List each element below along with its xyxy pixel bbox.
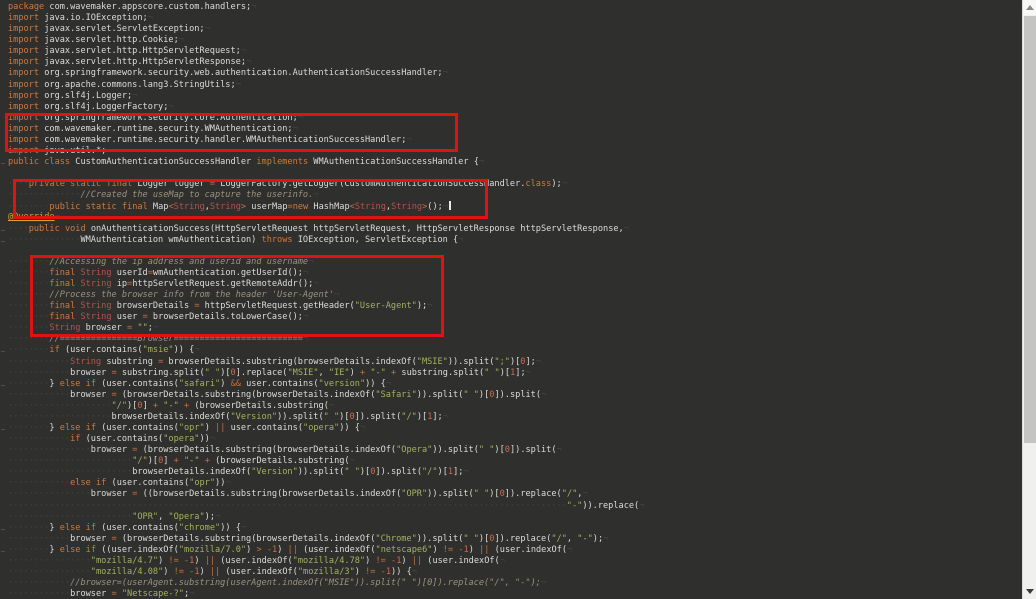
code-line[interactable]: ····················browserDetails.index… xyxy=(8,412,1020,423)
scroll-down-arrow-icon xyxy=(1026,589,1034,594)
code-line[interactable]: ········if (user.contains("msie")) {¬ xyxy=(8,345,1020,356)
fold-marker-icon[interactable]: ‒ xyxy=(1,238,5,245)
code-line[interactable]: package com.wavemaker.appscore.custom.ha… xyxy=(8,2,1020,13)
code-line[interactable]: ····public void onAuthenticationSuccess(… xyxy=(8,224,1020,235)
code-line[interactable]: import org.springframework.security.web.… xyxy=(8,68,1020,79)
code-line[interactable]: ········} else if (user.contains("chrome… xyxy=(8,523,1020,534)
code-line[interactable]: public class CustomAuthenticationSuccess… xyxy=(8,157,1020,168)
code-line[interactable]: import org.slf4j.Logger;¬ xyxy=(8,91,1020,102)
code-line[interactable]: ························"OPR", "Opera");… xyxy=(8,512,1020,523)
fold-marker-icon[interactable]: ‒ xyxy=(1,348,5,355)
fold-marker-icon[interactable]: ‒ xyxy=(1,227,5,234)
code-line[interactable]: ········} else if (user.contains("opr") … xyxy=(8,423,1020,434)
annotation-box-usermap-field-highlight xyxy=(13,179,488,219)
code-line[interactable]: ········} else if (user.contains("safari… xyxy=(8,379,1020,390)
code-line[interactable]: ····················"/")[0] + "-" + (bro… xyxy=(8,401,1020,412)
scroll-up-arrow-icon xyxy=(1026,5,1034,10)
code-line[interactable]: ············if (user.contains("opera"))¬ xyxy=(8,434,1020,445)
code-line[interactable]: ················"mozilla/4.7") != -1) ||… xyxy=(8,556,1020,567)
code-line[interactable]: ············String substring = browserDe… xyxy=(8,357,1020,368)
scrollbar[interactable] xyxy=(1022,0,1036,599)
code-line[interactable]: import javax.servlet.ServletException;¬ xyxy=(8,24,1020,35)
code-line[interactable]: ············else if (user.contains("opr"… xyxy=(8,478,1020,489)
code-line[interactable]: ············browser = substring.split(" … xyxy=(8,368,1020,379)
code-line[interactable]: import org.slf4j.LoggerFactory;¬ xyxy=(8,102,1020,113)
scroll-up-button[interactable] xyxy=(1023,0,1036,15)
scrollbar-thumb[interactable] xyxy=(1024,16,1036,443)
fold-marker-icon[interactable]: ‒ xyxy=(1,426,5,433)
code-line[interactable]: ············browser = (browserDetails.su… xyxy=(8,390,1020,401)
code-line[interactable]: ························browserDetails.i… xyxy=(8,467,1020,478)
code-line[interactable]: import javax.servlet.http.HttpServletReq… xyxy=(8,46,1020,57)
code-line[interactable]: ············//browser=(userAgent.substri… xyxy=(8,578,1020,589)
code-line[interactable]: import javax.servlet.http.Cookie;¬ xyxy=(8,35,1020,46)
code-line[interactable]: ················"mozilla/4.08") != -1) |… xyxy=(8,567,1020,578)
code-line[interactable]: ············browser = (browserDetails.su… xyxy=(8,534,1020,545)
code-line[interactable]: ························"/")[0] + "-" + … xyxy=(8,456,1020,467)
code-editor-window: package com.wavemaker.appscore.custom.ha… xyxy=(0,0,1036,599)
code-line[interactable]: ········································… xyxy=(8,501,1020,512)
fold-marker-icon[interactable]: ‒ xyxy=(1,526,5,533)
annotation-box-user-info-highlight xyxy=(30,255,444,337)
code-line[interactable]: ············browser = "Netscape-?";¬ xyxy=(8,589,1020,599)
code-line[interactable]: ················browser = ((browserDetai… xyxy=(8,489,1020,500)
annotation-box-wm-imports-highlight xyxy=(5,113,458,152)
scroll-down-button[interactable] xyxy=(1023,584,1036,599)
code-line[interactable]: ········} else if ((user.indexOf("mozill… xyxy=(8,545,1020,556)
code-line[interactable]: import java.io.IOException;¬ xyxy=(8,13,1020,24)
fold-marker-icon[interactable]: ‒ xyxy=(1,548,5,555)
fold-marker-icon[interactable]: ‒ xyxy=(1,160,5,167)
code-line[interactable] xyxy=(8,168,1020,179)
code-line[interactable]: import javax.servlet.http.HttpServletRes… xyxy=(8,57,1020,68)
code-line[interactable]: import org.apache.commons.lang3.StringUt… xyxy=(8,80,1020,91)
code-line[interactable]: ················browser = (browserDetail… xyxy=(8,445,1020,456)
fold-marker-icon[interactable]: ‒ xyxy=(1,382,5,389)
code-line[interactable]: ··············WMAuthentication wmAuthent… xyxy=(8,235,1020,246)
